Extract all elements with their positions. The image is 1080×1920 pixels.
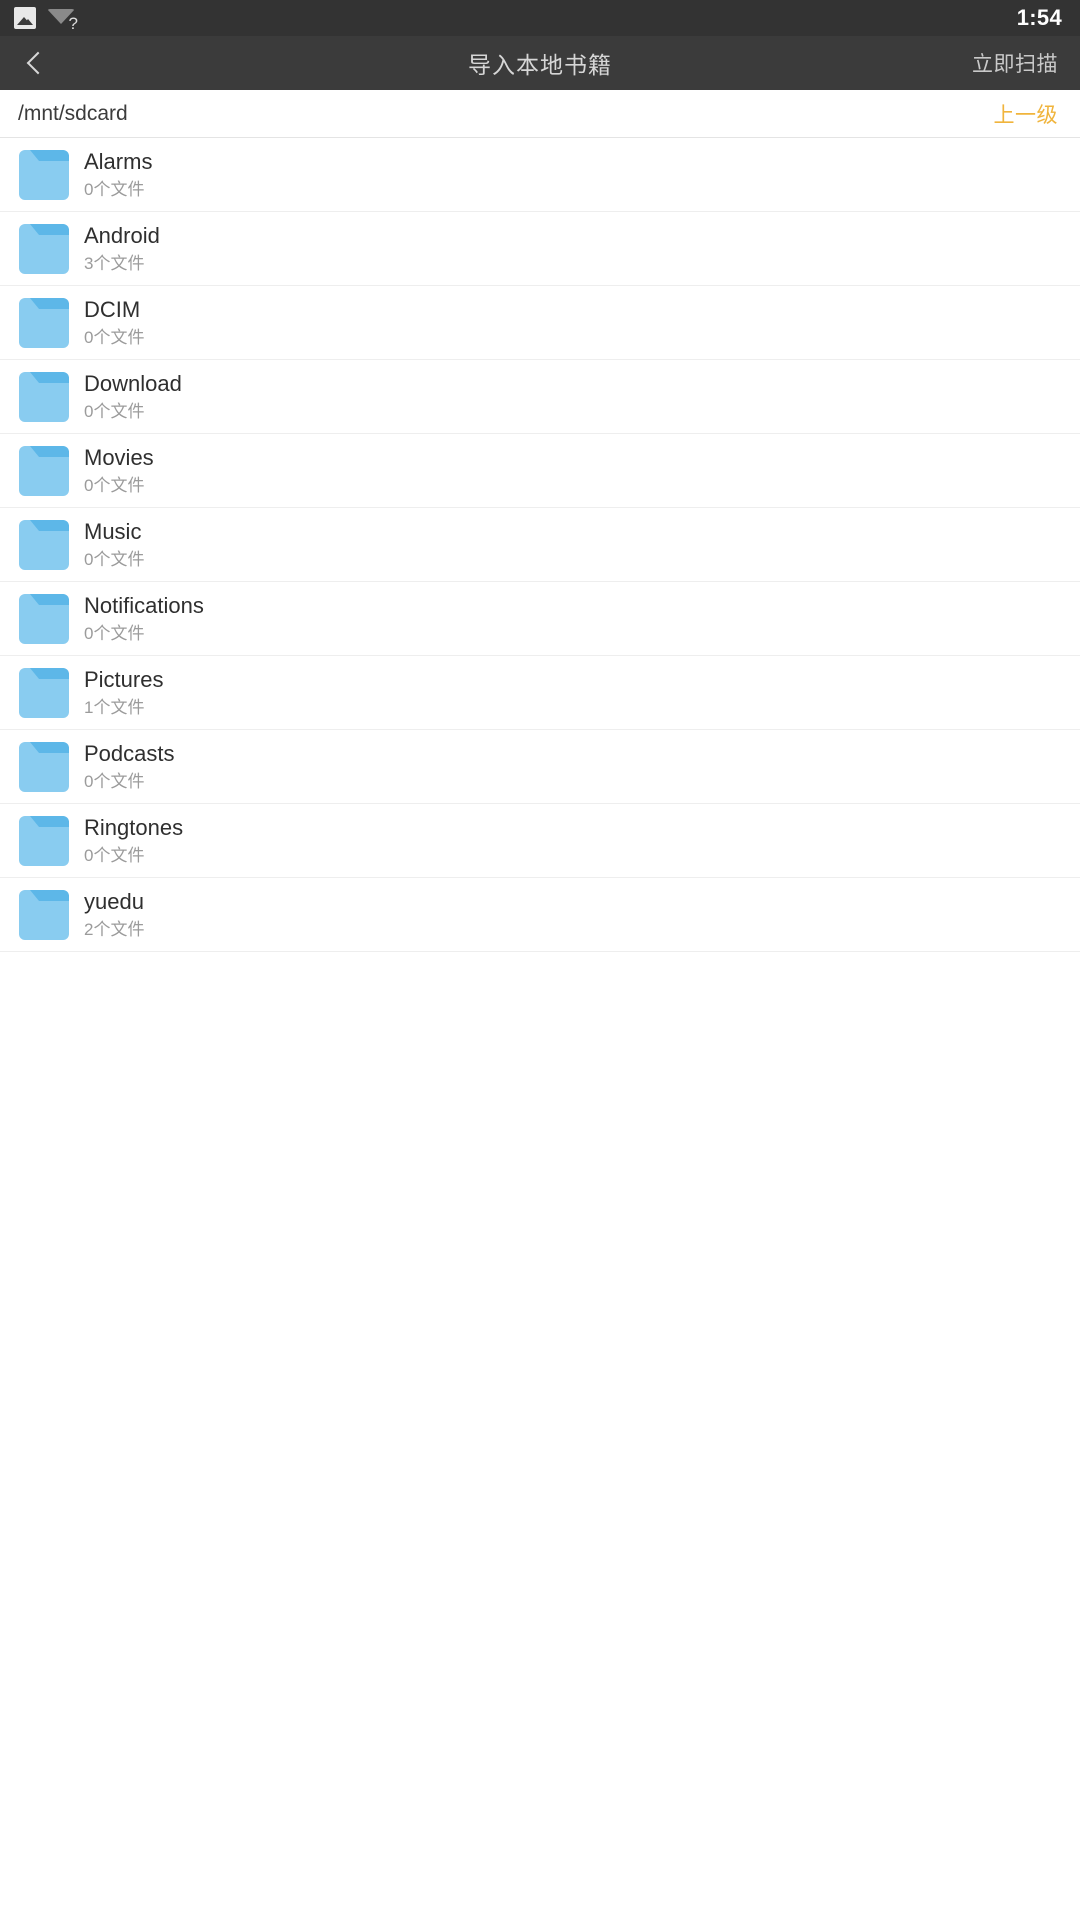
folder-file-count-label: 0个文件: [84, 772, 145, 791]
folder-icon: [19, 297, 69, 348]
folder-file-count-label: 1个文件: [84, 698, 145, 717]
photo-icon: [14, 7, 36, 29]
file-list-row[interactable]: Ringtones 0个文件: [0, 804, 1080, 878]
file-list-row[interactable]: Alarms 0个文件: [0, 138, 1080, 212]
wifi-question-icon: ?: [47, 6, 78, 33]
file-list-row[interactable]: Pictures 1个文件: [0, 656, 1080, 730]
folder-name-label: DCIM: [84, 297, 141, 322]
file-row-text: Pictures 1个文件: [84, 666, 163, 719]
folder-tab-shape: [30, 889, 69, 901]
file-row-text: yuedu 2个文件: [84, 888, 144, 941]
file-list-row[interactable]: Notifications 0个文件: [0, 582, 1080, 656]
status-bar-icons: ?: [14, 6, 1017, 33]
folder-file-count-label: 0个文件: [84, 624, 145, 643]
folder-tab-shape: [30, 223, 69, 235]
file-row-text: Notifications 0个文件: [84, 592, 204, 645]
folder-tab-shape: [30, 371, 69, 383]
folder-file-count-label: 0个文件: [84, 846, 145, 865]
folder-file-count-label: 0个文件: [84, 402, 145, 421]
folder-icon: [19, 593, 69, 644]
folder-tab-shape: [30, 667, 69, 679]
current-path-label: /mnt/sdcard: [18, 101, 128, 125]
scan-now-button[interactable]: 立即扫描: [972, 48, 1058, 78]
folder-tab-shape: [30, 741, 69, 753]
folder-name-label: Pictures: [84, 667, 164, 692]
file-row-text: Movies 0个文件: [84, 444, 154, 497]
file-row-text: Download 0个文件: [84, 370, 182, 423]
folder-tab-shape: [30, 593, 69, 605]
folder-name-label: Podcasts: [84, 741, 175, 766]
folder-icon: [19, 445, 69, 496]
folder-file-count-label: 0个文件: [84, 328, 145, 347]
folder-name-label: Alarms: [84, 149, 153, 174]
file-list-row[interactable]: Movies 0个文件: [0, 434, 1080, 508]
folder-name-label: Download: [84, 371, 182, 396]
file-list: Alarms 0个文件 Android 3个文件 DCIM 0个文件 Download 0个文…: [0, 138, 1080, 952]
status-bar-clock: 1:54: [1016, 5, 1062, 30]
file-row-text: DCIM 0个文件: [84, 296, 144, 349]
page-title: 导入本地书籍: [468, 52, 612, 78]
up-level-button[interactable]: 上一级: [994, 99, 1059, 129]
folder-tab-shape: [30, 297, 69, 309]
folder-icon: [19, 223, 69, 274]
folder-icon: [19, 815, 69, 866]
folder-tab-shape: [30, 445, 69, 457]
status-bar: ? 1:54: [0, 0, 1080, 36]
folder-name-label: Android: [84, 223, 160, 248]
folder-name-label: Music: [84, 519, 142, 544]
folder-icon: [19, 371, 69, 422]
toolbar: 导入本地书籍 立即扫描: [0, 36, 1080, 90]
folder-icon: [19, 519, 69, 570]
back-button[interactable]: [0, 36, 76, 90]
file-list-row[interactable]: Music 0个文件: [0, 508, 1080, 582]
folder-file-count-label: 3个文件: [84, 254, 145, 273]
file-list-row[interactable]: Podcasts 0个文件: [0, 730, 1080, 804]
file-list-row[interactable]: Android 3个文件: [0, 212, 1080, 286]
file-list-row[interactable]: yuedu 2个文件: [0, 878, 1080, 952]
folder-file-count-label: 0个文件: [84, 550, 145, 569]
folder-tab-shape: [30, 815, 69, 827]
file-list-row[interactable]: DCIM 0个文件: [0, 286, 1080, 360]
file-row-text: Music 0个文件: [84, 518, 144, 571]
folder-icon: [19, 741, 69, 792]
folder-icon: [19, 149, 69, 200]
folder-icon: [19, 889, 69, 940]
file-list-row[interactable]: Download 0个文件: [0, 360, 1080, 434]
file-row-text: Ringtones 0个文件: [84, 814, 183, 867]
folder-name-label: Ringtones: [84, 815, 184, 840]
path-bar: /mnt/sdcard 上一级: [0, 90, 1080, 138]
folder-file-count-label: 0个文件: [84, 476, 145, 495]
folder-file-count-label: 2个文件: [84, 920, 145, 939]
folder-name-label: Notifications: [84, 593, 204, 618]
folder-icon: [19, 667, 69, 718]
file-row-text: Podcasts 0个文件: [84, 740, 175, 793]
folder-file-count-label: 0个文件: [84, 180, 145, 199]
wifi-question-mark: ?: [68, 14, 78, 33]
folder-name-label: yuedu: [84, 889, 144, 914]
file-row-text: Alarms 0个文件: [84, 148, 152, 201]
folder-tab-shape: [30, 149, 69, 161]
file-row-text: Android 3个文件: [84, 222, 160, 275]
folder-name-label: Movies: [84, 445, 154, 470]
folder-tab-shape: [30, 519, 69, 531]
chevron-left-icon: [26, 51, 50, 75]
